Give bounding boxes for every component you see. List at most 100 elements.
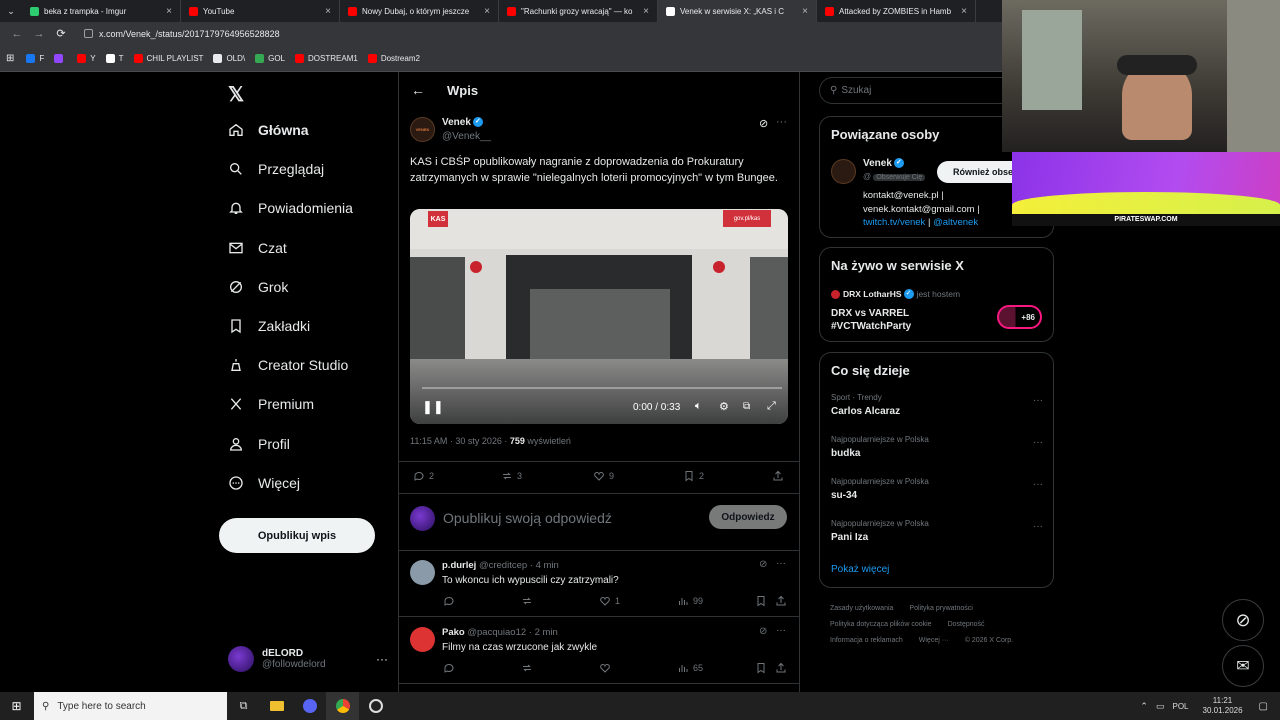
author-handle[interactable]: @Venek__ (442, 131, 491, 142)
tray-chevron-icon[interactable]: ⌃ (1140, 701, 1148, 712)
messages-floating-icon[interactable]: ✉ (1222, 645, 1264, 687)
bookmark-item[interactable]: T (105, 53, 124, 63)
settings-icon[interactable]: ⚙︎ (719, 400, 729, 413)
site-info-icon[interactable] (84, 29, 93, 38)
reply-action[interactable] (443, 595, 459, 607)
account-switcher[interactable]: dELORD @followdelord ··· (228, 646, 388, 672)
nav-item-bell[interactable]: Powiadomienia (228, 200, 353, 216)
live-host-row[interactable]: DRX LotharHS ✓ jest hostem (831, 289, 960, 299)
fullscreen-icon[interactable]: ⤢ (767, 400, 776, 413)
like-action[interactable]: 9 (593, 470, 614, 482)
bookmark-action[interactable] (755, 662, 771, 674)
grok-icon[interactable]: ⊘ (759, 626, 767, 637)
volume-icon[interactable]: 🔈︎ (695, 400, 702, 413)
live-listeners-badge[interactable]: +86 (997, 305, 1042, 329)
tab-close-icon[interactable]: × (166, 6, 172, 17)
more-options-icon[interactable]: ··· (776, 116, 787, 128)
trend-item[interactable]: Najpopularniejsze w Polska budka ··· (831, 435, 1043, 459)
taskbar-search[interactable]: ⚲ Type here to search (34, 692, 227, 720)
network-icon[interactable]: ▭ (1156, 701, 1165, 712)
bookmark-item[interactable]: F (26, 53, 44, 63)
nav-item-profile[interactable]: Profil (228, 436, 290, 452)
bookmark-item[interactable]: DOSTREAM1 (295, 53, 358, 63)
nav-item-more-circle[interactable]: Więcej (228, 475, 300, 491)
taskbar-clock[interactable]: 11:21 30.01.2026 (1203, 696, 1243, 716)
trend-item[interactable]: Najpopularniejsze w Polska Pani Iza ··· (831, 519, 1043, 543)
reply-item[interactable]: Pako @pacquiao12 · 2 min ⊘ ··· Filmy na cza… (399, 618, 799, 684)
search-box[interactable]: ⚲ Szukaj (819, 77, 1019, 104)
grok-icon[interactable]: ⊘ (759, 117, 768, 130)
footer-link[interactable]: Informacja o reklamach (830, 637, 903, 644)
reply-input[interactable]: Opublikuj swoją odpowiedź (443, 510, 612, 526)
browser-tab[interactable]: YouTube × (181, 0, 340, 22)
repost-action[interactable]: 3 (501, 470, 522, 482)
more-options-icon[interactable]: ··· (1033, 395, 1043, 406)
show-more-link[interactable]: Pokaż więcej (831, 564, 889, 575)
pause-icon[interactable]: ❚❚ (422, 399, 444, 415)
more-options-icon[interactable]: ··· (776, 558, 786, 569)
discord-icon[interactable] (293, 692, 326, 720)
related-name[interactable]: Venek (863, 158, 892, 169)
back-arrow-icon[interactable]: ← (411, 82, 425, 98)
tab-close-icon[interactable]: × (802, 6, 808, 17)
reply-button[interactable]: Odpowiedz (709, 505, 787, 529)
bookmark-item[interactable]: CHIL PLAYLIST (133, 53, 203, 63)
browser-tab[interactable]: Nowy Dubaj, o którym jeszcze × (340, 0, 499, 22)
reply-handle[interactable]: @pacquiao12 (467, 627, 526, 638)
nav-item-explore[interactable]: Przeglądaj (228, 161, 324, 177)
reply-time[interactable]: · 4 min (530, 560, 559, 571)
browser-tab[interactable]: beka z trampka - Imgur × (22, 0, 181, 22)
bookmark-item[interactable]: Dostream2 (367, 53, 420, 63)
repost-action[interactable] (521, 595, 537, 607)
grok-icon[interactable]: ⊘ (759, 559, 767, 570)
author-avatar[interactable]: VENEK (410, 117, 435, 142)
post-timestamp[interactable]: 11:15 AM · 30 sty 2026 · (410, 436, 510, 446)
grok-floating-icon[interactable]: ⊘ (1222, 599, 1264, 641)
browser-tab[interactable]: Venek w serwisie X: „KAS i C × (658, 0, 817, 22)
like-action[interactable] (599, 662, 615, 674)
reply-action[interactable] (443, 662, 459, 674)
notification-icon[interactable]: ▢ (1259, 701, 1268, 712)
author-name[interactable]: Venek (442, 117, 471, 128)
footer-link[interactable]: Polityka dotycząca plików cookie (830, 621, 932, 628)
views-action[interactable]: 99 (677, 595, 703, 607)
nav-item-grok[interactable]: Grok (228, 279, 288, 295)
bookmark-item[interactable]: GOL (255, 53, 285, 63)
picture-in-picture-icon[interactable]: ⧉ (743, 401, 750, 412)
file-explorer-icon[interactable] (260, 692, 293, 720)
bookmark-item[interactable] (54, 53, 67, 63)
footer-link[interactable]: Dostępność (948, 621, 985, 628)
repost-action[interactable] (521, 662, 537, 674)
share-action[interactable] (775, 595, 791, 607)
footer-link[interactable]: Polityka prywatności (909, 605, 972, 612)
share-action[interactable] (775, 662, 791, 674)
twitch-link[interactable]: twitch.tv/venek (863, 217, 925, 228)
reply-author[interactable]: Pako (442, 627, 465, 638)
post-button[interactable]: Opublikuj wpis (219, 518, 375, 553)
nav-item-home[interactable]: Główna (228, 122, 309, 138)
tab-close-icon[interactable]: × (643, 6, 649, 17)
more-options-icon[interactable]: ··· (776, 625, 786, 636)
forward-icon[interactable]: → (28, 28, 50, 40)
tab-close-icon[interactable]: × (484, 6, 490, 17)
nav-item-x-premium[interactable]: Premium (228, 396, 314, 412)
reply-avatar[interactable] (410, 560, 435, 585)
reply-author[interactable]: p.durlej (442, 560, 476, 571)
start-icon[interactable]: ⊞ (0, 692, 33, 720)
back-icon[interactable]: ← (6, 28, 28, 40)
tab-close-icon[interactable]: × (961, 6, 967, 17)
video-player[interactable]: KAS gov.pl/kas ❚❚ 0:00 / 0:33 🔈︎ ⚙︎ ⧉ ⤢ (410, 209, 788, 424)
reply-time[interactable]: · 2 min (529, 627, 558, 638)
bookmark-item[interactable]: Y (77, 53, 96, 63)
apps-icon[interactable]: ⊞ (6, 53, 14, 64)
bookmark-action[interactable] (755, 595, 771, 607)
live-space-title[interactable]: DRX vs VARREL #VCTWatchParty (831, 307, 911, 333)
more-options-icon[interactable]: ··· (1033, 479, 1043, 490)
more-options-icon[interactable]: ··· (1033, 437, 1043, 448)
nav-item-mail[interactable]: Czat (228, 240, 287, 256)
bookmark-item[interactable]: OLD\ (213, 53, 245, 63)
related-avatar[interactable] (831, 159, 856, 184)
chrome-icon[interactable] (326, 692, 359, 720)
video-progress-track[interactable] (422, 387, 782, 389)
task-view-icon[interactable]: ⧉ (227, 692, 260, 720)
